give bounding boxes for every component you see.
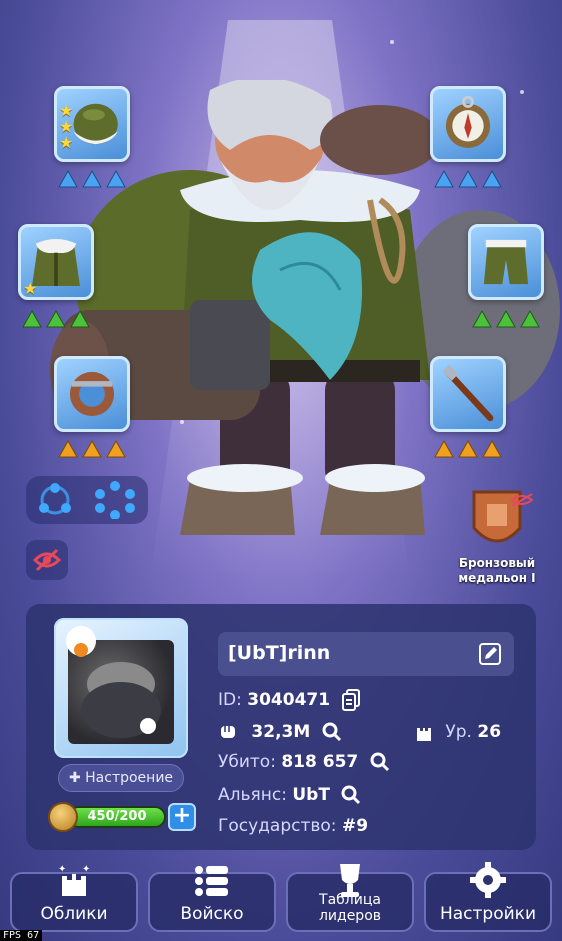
copy-icon[interactable] <box>341 689 361 711</box>
gem-icon <box>46 310 66 328</box>
medal-label-line2: медальон I <box>458 571 536 585</box>
triangle-formation-icon[interactable] <box>36 482 74 518</box>
snowman-badge-icon <box>66 626 96 657</box>
nav-settings-button[interactable]: Настройки <box>424 862 552 932</box>
kills-label: Убито: <box>218 752 276 772</box>
player-id-row: ID: 3040471 <box>218 689 361 711</box>
circle-formation-icon[interactable] <box>94 481 136 519</box>
slot-stars: ★ <box>23 281 41 297</box>
list-icon <box>195 866 228 896</box>
state-value: #9 <box>341 816 369 836</box>
eye-off-icon <box>33 548 61 572</box>
coin-icon <box>48 802 78 832</box>
gem-icon <box>482 170 502 188</box>
nav-army-button[interactable]: Войско <box>148 866 276 932</box>
gem-icon <box>82 170 102 188</box>
level-value: 26 <box>477 722 502 742</box>
add-energy-button[interactable]: + <box>168 803 196 831</box>
gem-icon <box>106 170 126 188</box>
gem-icon <box>70 310 90 328</box>
star-icon: ★ <box>23 279 38 298</box>
equipment-slot-compass[interactable] <box>430 86 506 162</box>
snowflake <box>390 40 394 44</box>
nav-skins-button[interactable]: ✦ ✦ Облики <box>10 864 138 932</box>
svg-text:✦: ✦ <box>58 864 66 875</box>
nav-settings-label: Настройки <box>439 904 536 924</box>
ring-icon <box>69 371 115 417</box>
svg-text:✦: ✦ <box>82 864 90 875</box>
fist-icon <box>221 726 235 738</box>
mood-label: Настроение <box>85 770 174 786</box>
medal-label-line1: Бронзовый <box>458 556 536 570</box>
formation-toggle[interactable] <box>26 476 148 524</box>
nav-leaderboard-button[interactable]: Таблица лидеров <box>286 864 414 932</box>
gem-row-armor <box>22 310 90 328</box>
gem-row-staff <box>434 440 502 458</box>
id-label: ID: <box>218 690 242 710</box>
kills-value: 818 657 <box>281 752 359 772</box>
mood-button[interactable]: ✚ Настроение <box>58 764 184 792</box>
alliance-label: Альянс: <box>218 785 287 805</box>
equipment-slot-pants[interactable] <box>468 224 544 300</box>
staff-icon <box>442 365 494 422</box>
gem-icon <box>472 310 492 328</box>
alliance-row: Альянс: UbT <box>218 785 361 805</box>
equipment-slot-armor[interactable]: ★ <box>18 224 94 300</box>
star-icon: ★ <box>59 133 74 152</box>
bronze-medal-icon[interactable] <box>454 490 540 560</box>
plus-icon: ✚ <box>68 770 81 786</box>
gem-icon <box>520 310 540 328</box>
gem-row-ring <box>58 440 126 458</box>
kills-row: Убито: 818 657 <box>218 752 390 772</box>
alliance-value: UbT <box>292 785 330 805</box>
compass-icon <box>445 95 491 148</box>
player-name-field[interactable]: [UbT]rinn <box>218 632 514 676</box>
state-row: Государство: #9 <box>218 816 368 836</box>
gem-icon <box>106 440 126 458</box>
search-icon[interactable] <box>370 752 390 772</box>
gem-icon <box>434 440 454 458</box>
gem-row-compass <box>434 170 502 188</box>
gem-icon <box>22 310 42 328</box>
power-value: 32,3M <box>251 722 311 742</box>
nav-army-label: Войско <box>180 904 244 924</box>
gem-icon <box>82 440 102 458</box>
gem-icon <box>458 170 478 188</box>
fps-counter: FPS 67 <box>0 930 43 941</box>
nav-skins-label: Облики <box>40 904 108 924</box>
gem-row-helmet <box>58 170 126 188</box>
equipment-slot-staff[interactable] <box>430 356 506 432</box>
gem-icon <box>58 440 78 458</box>
medal-label: Бронзовый медальон I <box>440 556 554 586</box>
energy-bar: 450/200 <box>68 806 166 828</box>
gem-row-pants <box>472 310 540 328</box>
hide-equipment-button[interactable] <box>26 540 68 580</box>
player-name: [UbT]rinn <box>228 642 331 664</box>
gem-icon <box>434 170 454 188</box>
castle-icon <box>417 728 431 741</box>
nav-leaderboard-label: Таблица лидеров <box>318 892 382 924</box>
equipment-slot-ring[interactable] <box>54 356 130 432</box>
state-label: Государство: <box>218 816 337 836</box>
id-value: 3040471 <box>247 690 331 710</box>
level-row: Ур. 26 <box>414 722 501 742</box>
pants-icon <box>483 239 529 285</box>
gem-icon <box>482 440 502 458</box>
gem-icon <box>496 310 516 328</box>
search-icon[interactable] <box>341 785 361 805</box>
avatar[interactable] <box>54 618 188 758</box>
slot-stars: ★ ★ ★ <box>59 103 77 151</box>
castle-star-icon: ✦ ✦ <box>58 864 90 896</box>
gem-icon <box>458 440 478 458</box>
power-row: 32,3M <box>218 722 342 742</box>
search-icon[interactable] <box>322 722 342 742</box>
equipment-slot-helmet[interactable]: ★ ★ ★ <box>54 86 130 162</box>
energy-value: 450/200 <box>87 809 147 824</box>
level-label: Ур. <box>445 722 472 742</box>
edit-icon[interactable] <box>478 642 502 666</box>
gear-icon <box>470 862 506 898</box>
gem-icon <box>58 170 78 188</box>
